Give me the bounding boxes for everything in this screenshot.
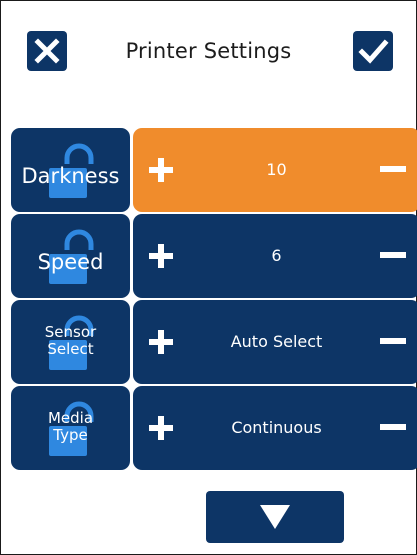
setting-label-darkness[interactable]: Darkness	[11, 128, 130, 212]
plus-icon[interactable]	[149, 330, 173, 354]
setting-value: 6	[271, 246, 282, 265]
setting-label-sensor-select[interactable]: Sensor Select	[11, 300, 130, 384]
setting-label-media-type[interactable]: Media Type	[11, 386, 130, 470]
setting-label-text: Sensor Select	[11, 324, 130, 358]
setting-label-line: Select	[47, 340, 94, 358]
minus-icon[interactable]	[380, 338, 406, 344]
setting-label-line: Media	[47, 409, 94, 427]
page-title: Printer Settings	[125, 39, 292, 63]
setting-row-darkness: Darkness 10	[11, 128, 417, 212]
setting-row-sensor-select: Sensor Select Auto Select	[11, 300, 417, 384]
setting-control-sensor-select: Auto Select	[133, 300, 417, 384]
setting-control-media-type: Continuous	[133, 386, 417, 470]
close-button[interactable]	[27, 31, 67, 71]
setting-control-darkness: 10	[133, 128, 417, 212]
setting-value: Auto Select	[230, 332, 323, 351]
minus-icon[interactable]	[380, 252, 406, 258]
close-icon	[34, 38, 60, 64]
setting-label-line: Sensor	[44, 323, 97, 341]
printer-settings-screen: Printer Settings Darkness 10 Speed 6 Sen…	[0, 0, 417, 555]
setting-control-speed: 6	[133, 214, 417, 298]
setting-label-speed[interactable]: Speed	[11, 214, 130, 298]
setting-row-speed: Speed 6	[11, 214, 417, 298]
setting-label-text: Media Type	[11, 410, 130, 444]
setting-value: Continuous	[231, 418, 322, 437]
setting-label-text: Darkness	[21, 164, 120, 188]
next-page-button[interactable]	[206, 491, 344, 543]
plus-icon[interactable]	[149, 416, 173, 440]
setting-label-line: Type	[53, 426, 88, 444]
minus-icon[interactable]	[380, 424, 406, 430]
setting-value: 10	[266, 160, 287, 179]
chevron-down-icon	[260, 505, 290, 529]
setting-label-text: Speed	[37, 250, 104, 274]
minus-icon[interactable]	[380, 166, 406, 172]
confirm-button[interactable]	[353, 31, 393, 71]
check-icon	[358, 39, 389, 64]
plus-icon[interactable]	[149, 158, 173, 182]
plus-icon[interactable]	[149, 244, 173, 268]
setting-row-media-type: Media Type Continuous	[11, 386, 417, 470]
